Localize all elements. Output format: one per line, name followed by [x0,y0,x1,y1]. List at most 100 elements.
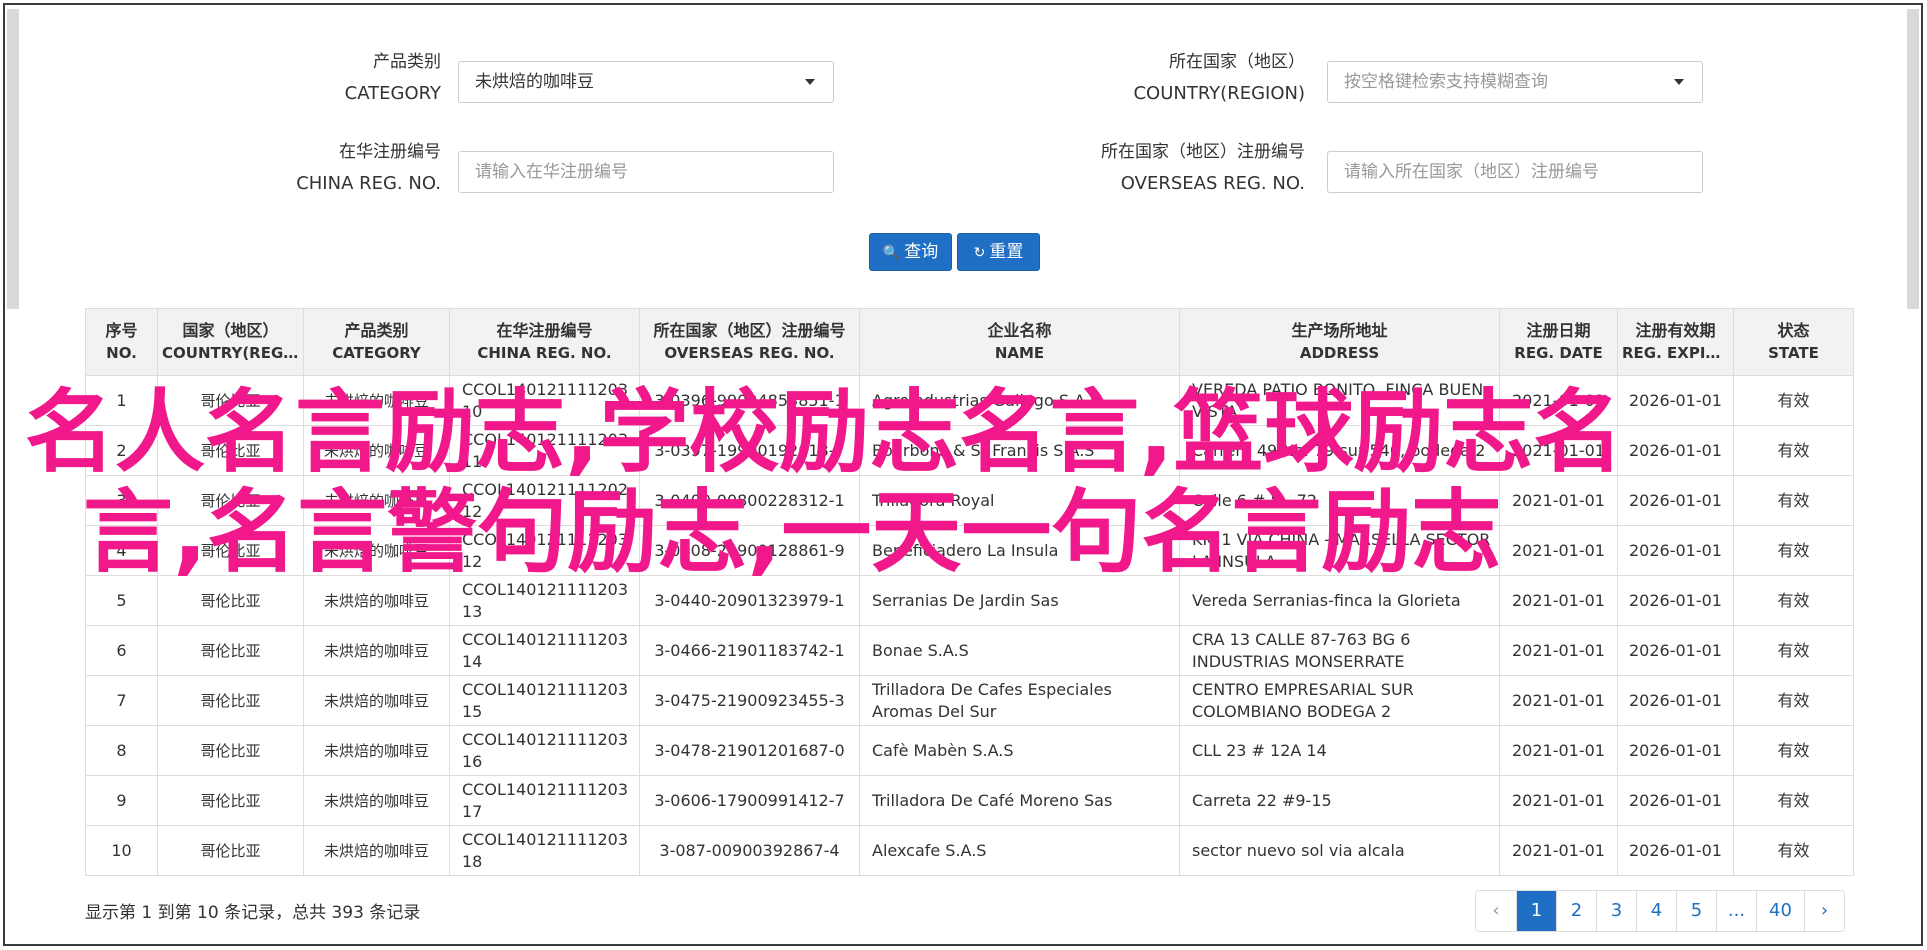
cell-country: 哥伦比亚 [157,475,304,526]
cell-country: 哥伦比亚 [157,625,304,676]
header-label-zh: 状态 [1777,321,1810,340]
table-header-state[interactable]: 状态 STATE [1733,308,1854,376]
cell-china-reg: CCOL140121111202 12 [449,475,640,526]
cell-category: 未烘焙的咖啡豆 [303,475,450,526]
cell-no: 1 [85,375,158,426]
cell-address: Carrera 49 No. 79 sur 540, bodega 2 [1179,425,1500,476]
pagination-ellipsis[interactable]: ... [1716,891,1756,931]
cell-expire: 2026-01-01 [1617,475,1734,526]
cell-country: 哥伦比亚 [157,775,304,826]
cell-reg-date: 2021-01-01 [1499,725,1618,776]
table-row[interactable]: 2 哥伦比亚 未烘焙的咖啡豆 CCOL140121111203 11 3-0397-19… [85,425,1854,476]
table-header-category[interactable]: 产品类别 CATEGORY [303,308,450,376]
table-header-china-reg[interactable]: 在华注册编号 CHINA REG. NO. [449,308,640,376]
chevron-down-icon [1674,79,1684,85]
cell-no: 7 [85,675,158,726]
cell-china-reg: CCOL140121111203 18 [449,825,640,876]
reset-button[interactable]: ↻ 重置 [957,233,1040,271]
cell-expire: 2026-01-01 [1617,575,1734,626]
results-table: 序号 NO. 国家（地区） COUNTRY(REGIO... 产品类别 CATEGORY 在… [85,308,1854,876]
cell-name: Agroindustrias Gallego S.A.S [859,375,1180,426]
cell-expire: 2026-01-01 [1617,525,1734,576]
cell-overseas-reg: 3-0396-99004853851-1 [639,375,860,426]
cell-reg-date: 2021-01-01 [1499,825,1618,876]
cell-address: VEREDA PATIO BONITO, FINCA BUEN VISTA [1179,375,1500,426]
china-reg-input[interactable]: 请输入在华注册编号 [458,151,834,193]
cell-reg-date: 2021-01-01 [1499,575,1618,626]
table-header-expire[interactable]: 注册有效期 REG. EXPIRE ... [1617,308,1734,376]
table-header-address[interactable]: 生产场所地址 ADDRESS [1179,308,1500,376]
country-select-placeholder: 按空格键检索支持模糊查询 [1344,72,1548,92]
table-row[interactable]: 5 哥伦比亚 未烘焙的咖啡豆 CCOL140121111203 13 3-0440-20… [85,575,1854,626]
header-label-en: STATE [1768,344,1819,362]
page-button-3[interactable]: 3 [1596,891,1636,931]
cell-category: 未烘焙的咖啡豆 [303,775,450,826]
table-row[interactable]: 7 哥伦比亚 未烘焙的咖啡豆 CCOL140121111203 15 3-0475-21… [85,675,1854,726]
search-button[interactable]: 🔍 查询 [869,233,952,271]
table-row[interactable]: 4 哥伦比亚 未烘焙的咖啡豆 CCOL140121111203 12 3-0408-20… [85,525,1854,576]
cell-name: Beneficiadero La Insula [859,525,1180,576]
table-row[interactable]: 6 哥伦比亚 未烘焙的咖啡豆 CCOL140121111203 14 3-0466-21… [85,625,1854,676]
cell-state: 有效 [1733,375,1854,426]
table-header-overseas-reg[interactable]: 所在国家（地区）注册编号 OVERSEAS REG. NO. [639,308,860,376]
scrollbar-right[interactable] [1907,9,1919,309]
cell-overseas-reg: 3-0397-19900192018-7 [639,425,860,476]
overseas-reg-input[interactable]: 请输入所在国家（地区）注册编号 [1327,151,1703,193]
header-label-zh: 企业名称 [987,321,1052,340]
table-header-name[interactable]: 企业名称 NAME [859,308,1180,376]
cell-category: 未烘焙的咖啡豆 [303,675,450,726]
page-button-4[interactable]: 4 [1636,891,1676,931]
prev-page-button[interactable]: ‹ [1476,891,1516,931]
cell-china-reg: CCOL140121111203 14 [449,625,640,676]
page-button-1[interactable]: 1 [1516,891,1556,931]
cell-category: 未烘焙的咖啡豆 [303,825,450,876]
page-button-40[interactable]: 40 [1756,891,1804,931]
cell-reg-date: 2021-01-01 [1499,375,1618,426]
scrollbar-left[interactable] [7,9,19,309]
header-label-en: REG. EXPIRE ... [1622,344,1729,362]
table-row[interactable]: 1 哥伦比亚 未烘焙的咖啡豆 CCOL140121111203 10 3-0396-99… [85,375,1854,426]
cell-category: 未烘焙的咖啡豆 [303,375,450,426]
cell-address: Calle 6 # 8 - 72 [1179,475,1500,526]
cell-no: 3 [85,475,158,526]
table-header-row: 序号 NO. 国家（地区） COUNTRY(REGIO... 产品类别 CATEGORY 在… [85,308,1854,376]
cell-name: Bonae S.A.S [859,625,1180,676]
cell-state: 有效 [1733,525,1854,576]
cell-no: 8 [85,725,158,776]
cell-overseas-reg: 3-0478-21901201687-0 [639,725,860,776]
search-button-label: 查询 [904,242,939,262]
cell-overseas-reg: 3-087-00900392867-4 [639,825,860,876]
cell-state: 有效 [1733,625,1854,676]
table-header-reg-date[interactable]: 注册日期 REG. DATE [1499,308,1618,376]
table-row[interactable]: 8 哥伦比亚 未烘焙的咖啡豆 CCOL140121111203 16 3-0478-21… [85,725,1854,776]
cell-expire: 2026-01-01 [1617,775,1734,826]
cell-china-reg: CCOL140121111203 15 [449,675,640,726]
cell-category: 未烘焙的咖啡豆 [303,725,450,776]
page-button-2[interactable]: 2 [1556,891,1596,931]
cell-reg-date: 2021-01-01 [1499,475,1618,526]
next-page-button[interactable]: › [1804,891,1844,931]
table-row[interactable]: 10 哥伦比亚 未烘焙的咖啡豆 CCOL140121111203 18 3-087-00… [85,825,1854,876]
record-summary: 显示第 1 到第 10 条记录，总共 393 条记录 [85,903,421,923]
overseas-reg-label: 所在国家（地区）注册编号 OVERSEAS REG. NO. [1101,142,1305,194]
country-select[interactable]: 按空格键检索支持模糊查询 [1327,61,1703,103]
table-header-country[interactable]: 国家（地区） COUNTRY(REGIO... [157,308,304,376]
category-select[interactable]: 未烘焙的咖啡豆 [458,61,834,103]
cell-reg-date: 2021-01-01 [1499,775,1618,826]
cell-address: CRA 13 CALLE 87-763 BG 6 INDUSTRIAS MONS… [1179,625,1500,676]
header-label-zh: 产品类别 [344,321,409,340]
search-icon: 🔍 [882,245,901,261]
table-header-no[interactable]: 序号 NO. [85,308,158,376]
header-label-en: CATEGORY [332,344,421,362]
category-select-value: 未烘焙的咖啡豆 [475,72,594,92]
header-label-zh: 在华注册编号 [496,321,593,340]
cell-reg-date: 2021-01-01 [1499,525,1618,576]
cell-address: sector nuevo sol via alcala [1179,825,1500,876]
cell-expire: 2026-01-01 [1617,375,1734,426]
header-label-zh: 注册有效期 [1635,321,1716,340]
table-row[interactable]: 9 哥伦比亚 未烘焙的咖啡豆 CCOL140121111203 17 3-0606-17… [85,775,1854,826]
cell-no: 9 [85,775,158,826]
table-row[interactable]: 3 哥伦比亚 未烘焙的咖啡豆 CCOL140121111202 12 3-0400-00… [85,475,1854,526]
cell-reg-date: 2021-01-01 [1499,425,1618,476]
page-button-5[interactable]: 5 [1676,891,1716,931]
